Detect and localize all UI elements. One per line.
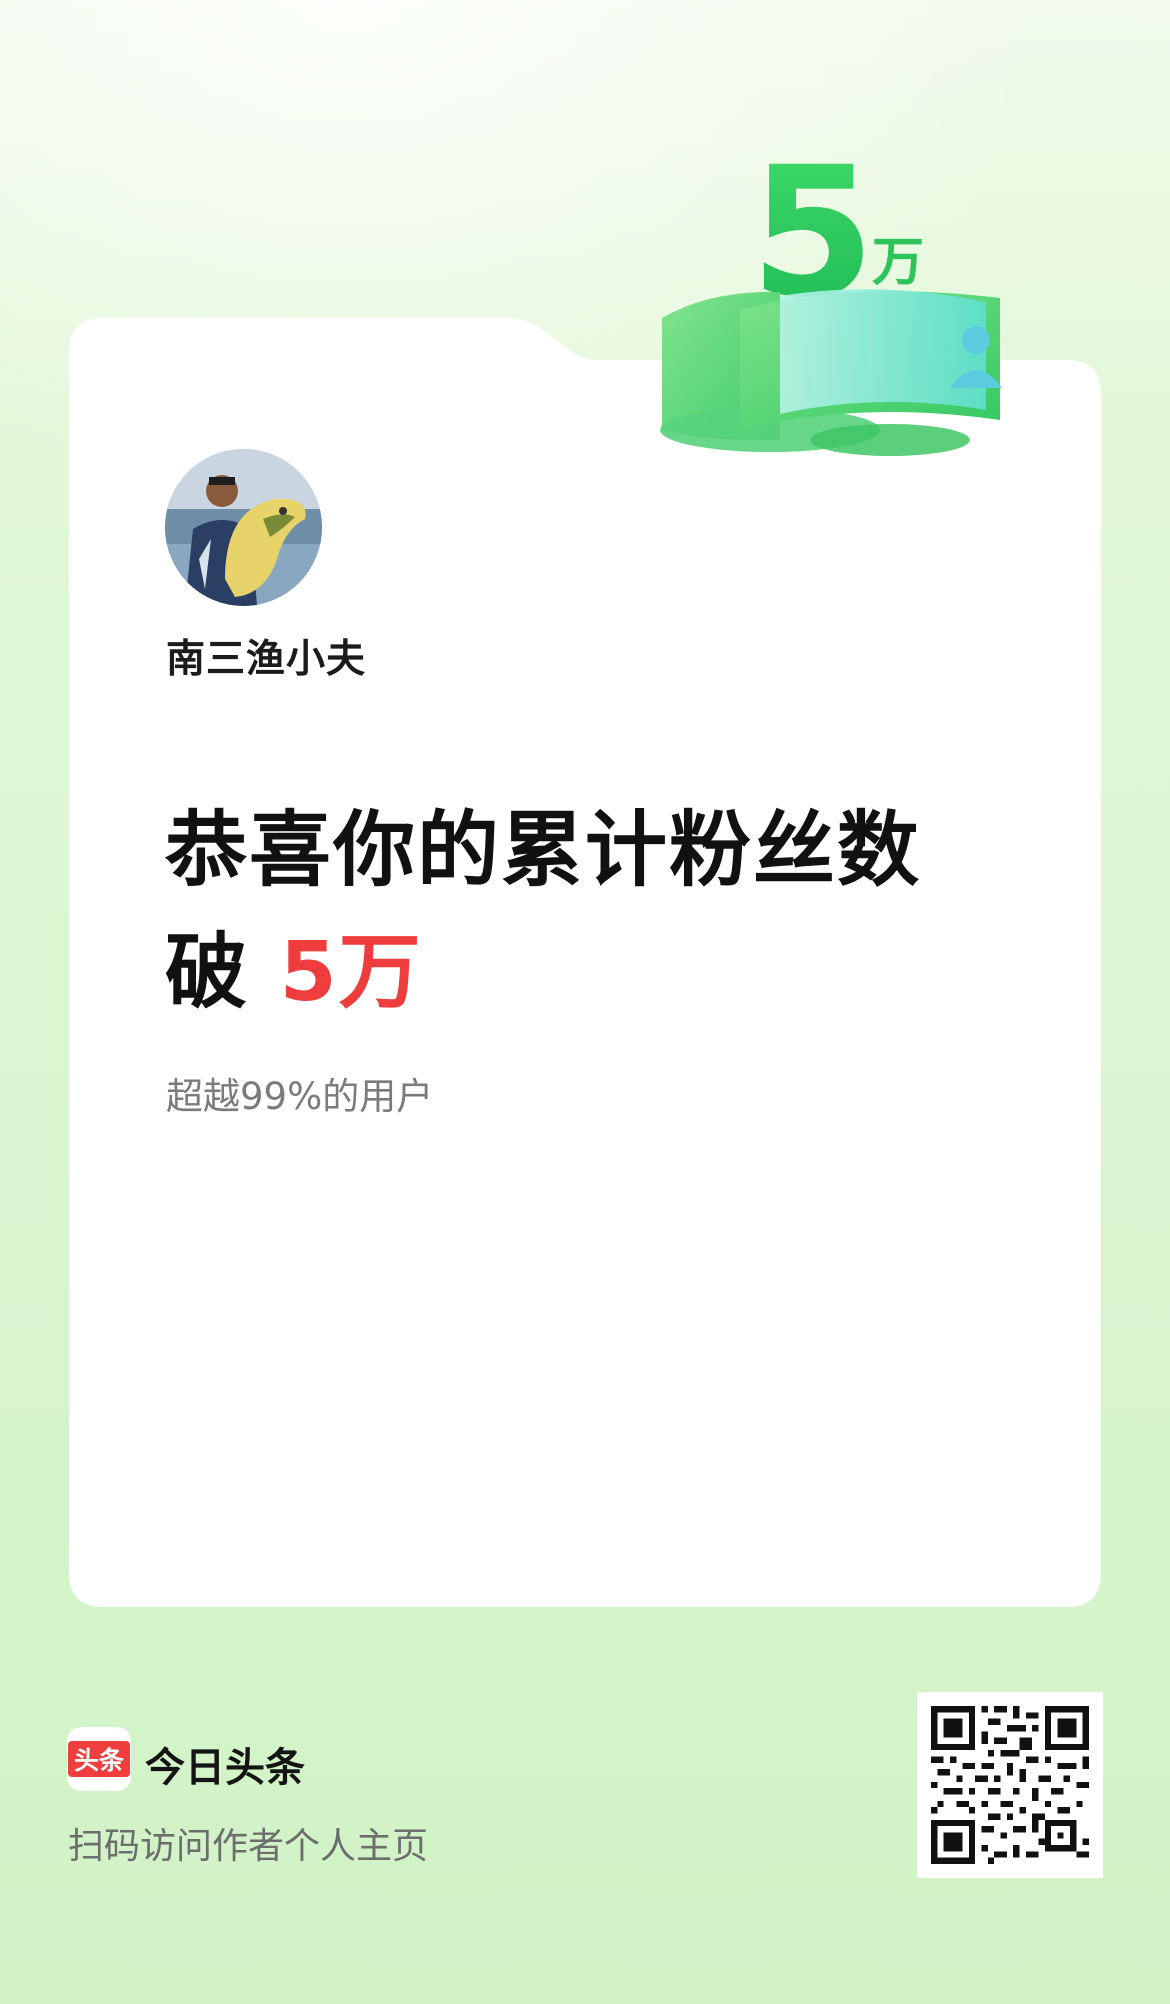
toutiao-logo: 头条	[67, 1727, 131, 1791]
headline-line-1: 恭喜你的累计粉丝数	[165, 803, 922, 898]
percentile-text: 超越99%的用户	[166, 1075, 434, 1118]
qr-code[interactable]	[917, 1692, 1103, 1878]
badge-unit: 万	[872, 233, 924, 293]
headline-highlight: 5万	[279, 925, 423, 1020]
headline-line-2: 破 5万	[165, 912, 921, 1034]
toutiao-logo-text: 头条	[68, 1741, 130, 1777]
app-name: 今日头条	[145, 1745, 305, 1791]
milestone-badge-art: 5 万	[660, 130, 1002, 456]
headline-prefix: 破	[165, 925, 280, 1020]
milestone-headline: 恭喜你的累计粉丝数 破 5万	[165, 790, 921, 1034]
scan-hint: 扫码访问作者个人主页	[68, 1826, 429, 1867]
qr-code-image	[931, 1706, 1089, 1864]
author-name: 南三渔小夫	[166, 637, 367, 682]
author-avatar[interactable]	[165, 449, 322, 606]
